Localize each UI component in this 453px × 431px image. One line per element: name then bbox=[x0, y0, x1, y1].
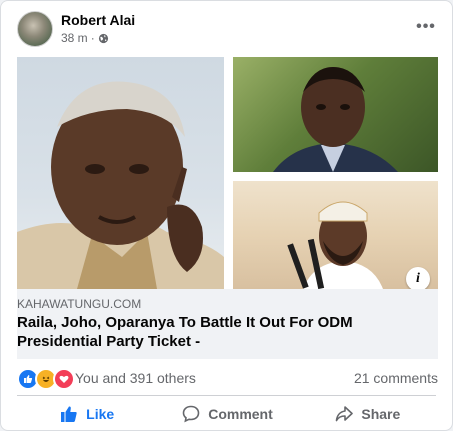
post-time[interactable]: 38 m bbox=[61, 31, 88, 45]
share-label: Share bbox=[361, 406, 401, 422]
post-stats: You and 391 others 21 comments bbox=[17, 365, 438, 391]
share-button[interactable]: Share bbox=[298, 398, 438, 430]
like-label: Like bbox=[86, 406, 115, 422]
author-avatar[interactable] bbox=[17, 11, 53, 47]
info-icon[interactable]: i bbox=[406, 267, 430, 291]
globe-icon[interactable] bbox=[98, 33, 109, 44]
portrait-illustration-left bbox=[17, 81, 224, 289]
reactions-summary[interactable]: You and 391 others bbox=[75, 370, 196, 386]
post-actions: Like Comment Share bbox=[17, 398, 438, 430]
preview-image-top-right[interactable] bbox=[233, 57, 438, 172]
thumbs-up-icon bbox=[61, 406, 77, 422]
actions-divider bbox=[17, 395, 436, 396]
comments-count[interactable]: 21 comments bbox=[354, 370, 438, 386]
comment-icon bbox=[182, 405, 200, 423]
preview-image-left[interactable] bbox=[17, 57, 224, 289]
link-domain: KAHAWATUNGU.COM bbox=[17, 297, 142, 311]
more-options-button[interactable]: ••• bbox=[412, 13, 440, 41]
like-button[interactable]: Like bbox=[17, 398, 157, 430]
love-reaction-icon bbox=[53, 368, 75, 390]
comment-button[interactable]: Comment bbox=[157, 398, 297, 430]
comment-label: Comment bbox=[208, 406, 273, 422]
share-icon bbox=[336, 406, 354, 422]
author-name[interactable]: Robert Alai bbox=[61, 12, 135, 28]
portrait-illustration-top-right bbox=[273, 67, 398, 172]
link-headline[interactable]: Raila, Joho, Oparanya To Battle It Out F… bbox=[17, 313, 417, 351]
meta-separator: · bbox=[90, 31, 95, 45]
post-header: Robert Alai 38 m · ••• bbox=[17, 11, 440, 51]
post-card: Robert Alai 38 m · ••• i KAHAWATUNGU.COM… bbox=[0, 0, 453, 431]
link-preview-text[interactable]: KAHAWATUNGU.COM Raila, Joho, Oparanya To… bbox=[17, 289, 438, 359]
post-meta: 38 m · bbox=[61, 31, 109, 45]
reaction-icons[interactable] bbox=[17, 368, 75, 390]
link-preview-images[interactable]: i bbox=[17, 57, 438, 291]
